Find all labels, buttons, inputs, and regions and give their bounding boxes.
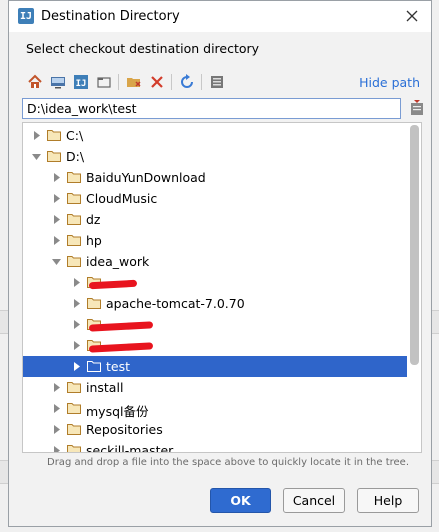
folder-icon (87, 296, 101, 310)
tree-row[interactable] (23, 314, 407, 335)
ok-button[interactable]: OK (210, 488, 271, 513)
tree-row[interactable]: C:\ (23, 125, 407, 146)
folder-icon (67, 380, 81, 394)
tree-row-label: C:\ (66, 128, 84, 143)
collapsed-arrow-icon[interactable] (71, 319, 81, 329)
tree-row-label: Repositories (86, 422, 163, 437)
svg-text:IJ: IJ (76, 79, 87, 89)
toolbar: IJ Hide path (26, 71, 424, 93)
toolbar-separator (118, 74, 119, 90)
show-hidden-icon (211, 76, 223, 88)
tree-row[interactable]: BaiduYunDownload (23, 167, 407, 188)
tree-row-label: mysql备份 (86, 404, 149, 419)
tree-row-label: BaiduYunDownload (86, 170, 206, 185)
folder-icon (67, 422, 81, 436)
collapsed-arrow-icon[interactable] (71, 340, 81, 350)
tree-row[interactable]: seckill-master (23, 440, 407, 453)
refresh-button[interactable] (178, 73, 196, 91)
collapsed-arrow-icon[interactable] (71, 298, 81, 308)
collapsed-arrow-icon[interactable] (51, 382, 61, 392)
tree-row-label: seckill-master (86, 443, 174, 453)
folder-icon (87, 359, 101, 373)
path-history-button[interactable] (410, 100, 424, 116)
tree-row-label: install (86, 380, 124, 395)
delete-button[interactable] (148, 73, 166, 91)
drag-drop-hint: Drag and drop a file into the space abov… (47, 457, 410, 468)
tree-row[interactable]: hp (23, 230, 407, 251)
folder-icon (67, 401, 81, 415)
dialog-title: Destination Directory (41, 9, 180, 24)
new-folder-icon (127, 78, 141, 87)
path-field[interactable]: D:\idea_work\test (22, 98, 401, 119)
folder-icon (67, 233, 81, 247)
tree-row[interactable]: dz (23, 209, 407, 230)
destination-directory-dialog: IJ Destination Directory Select checkout… (8, 0, 432, 527)
project-button[interactable]: IJ (72, 73, 90, 91)
desktop-button[interactable] (49, 73, 67, 91)
tree-row-label: CloudMusic (86, 191, 158, 206)
title-bar: IJ Destination Directory (9, 1, 431, 32)
close-icon (406, 10, 418, 22)
home-icon (28, 74, 42, 88)
collapsed-arrow-icon[interactable] (71, 277, 81, 287)
folder-icon (67, 212, 81, 226)
tree-row-label: dz (86, 212, 101, 227)
tree-row[interactable]: D:\ (23, 146, 407, 167)
tree-row[interactable]: apache-tomcat-7.0.70 (23, 293, 407, 314)
directory-tree[interactable]: C:\ D:\ BaiduYunDownload CloudMusic dz hp idea… (22, 122, 422, 453)
tree-row[interactable] (23, 335, 407, 356)
collapsed-arrow-icon[interactable] (51, 172, 61, 182)
collapsed-arrow-icon[interactable] (51, 445, 61, 452)
collapsed-arrow-icon[interactable] (31, 130, 41, 140)
tree-row[interactable]: test (23, 356, 407, 377)
module-icon (97, 77, 111, 88)
collapsed-arrow-icon[interactable] (51, 403, 61, 413)
tree-row[interactable]: Repositories (23, 419, 407, 440)
tree-row[interactable] (23, 272, 407, 293)
delete-icon (151, 76, 163, 88)
tree-row[interactable]: CloudMusic (23, 188, 407, 209)
folder-icon (67, 191, 81, 205)
tree-row-label: test (106, 359, 131, 374)
folder-icon (67, 443, 81, 452)
intellij-app-icon: IJ (18, 8, 34, 24)
folder-icon (67, 254, 81, 268)
collapsed-arrow-icon[interactable] (51, 214, 61, 224)
new-folder-button[interactable] (125, 73, 143, 91)
toolbar-separator (201, 74, 202, 90)
folder-icon (67, 170, 81, 184)
tree-row[interactable]: install (23, 377, 407, 398)
collapsed-arrow-icon[interactable] (71, 361, 81, 371)
tree-row-label: idea_work (86, 254, 150, 269)
collapsed-arrow-icon[interactable] (51, 193, 61, 203)
hide-path-link[interactable]: Hide path (359, 75, 420, 90)
close-button[interactable] (399, 4, 425, 28)
redaction-mark (88, 279, 138, 290)
module-button[interactable] (95, 73, 113, 91)
toolbar-separator (171, 74, 172, 90)
tree-row[interactable]: idea_work (23, 251, 407, 272)
collapsed-arrow-icon[interactable] (51, 235, 61, 245)
history-icon (411, 100, 423, 115)
folder-icon (47, 149, 61, 163)
collapsed-arrow-icon[interactable] (51, 424, 61, 434)
cancel-button[interactable]: Cancel (283, 488, 345, 513)
tree-row-label: hp (86, 233, 102, 248)
help-button[interactable]: Help (357, 488, 419, 513)
prompt-text: Select checkout destination directory (26, 41, 260, 56)
show-hidden-button[interactable] (208, 73, 226, 91)
expanded-arrow-icon[interactable] (51, 256, 61, 266)
tree-scrollbar[interactable] (410, 125, 419, 365)
tree-row-label: D:\ (66, 149, 85, 164)
refresh-icon (181, 74, 193, 88)
home-button[interactable] (26, 73, 44, 91)
desktop-icon (51, 77, 65, 89)
expanded-arrow-icon[interactable] (31, 151, 41, 161)
tree-row-label: apache-tomcat-7.0.70 (106, 296, 245, 311)
tree-row[interactable]: mysql备份 (23, 398, 407, 419)
project-icon: IJ (74, 75, 88, 89)
folder-icon (47, 128, 61, 142)
